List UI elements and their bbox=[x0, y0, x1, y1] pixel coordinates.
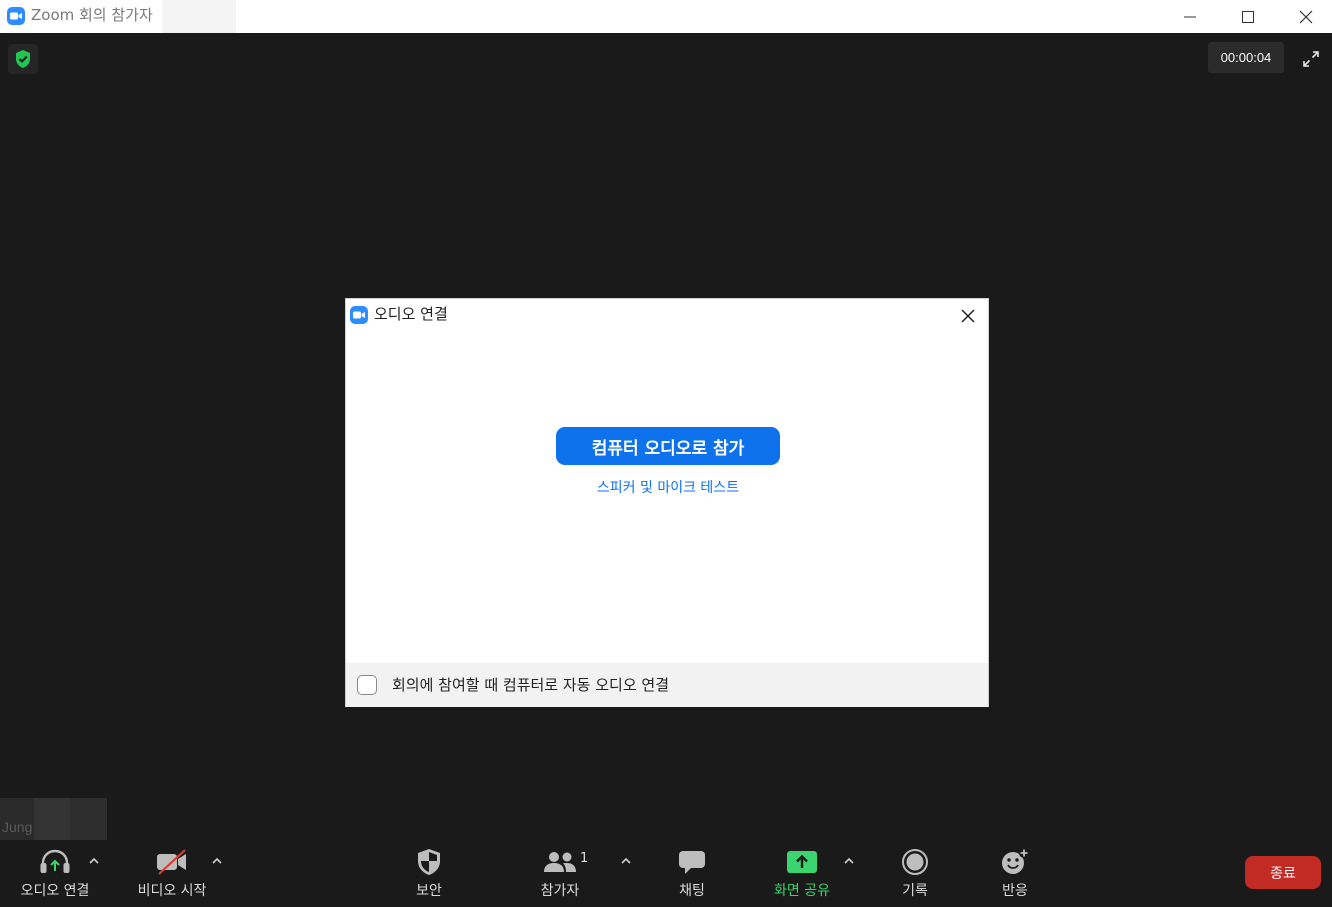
security-button[interactable]: 보안 bbox=[399, 841, 459, 905]
video-off-icon bbox=[157, 849, 186, 875]
self-video-thumbnail[interactable]: Jung bbox=[0, 798, 107, 840]
record-icon bbox=[902, 849, 928, 875]
chevron-up-icon bbox=[212, 857, 222, 864]
share-screen-button[interactable]: 화면 공유 bbox=[762, 841, 842, 905]
maximize-button[interactable] bbox=[1219, 0, 1277, 33]
zoom-logo-icon bbox=[7, 7, 25, 25]
meeting-timer: 00:00:04 bbox=[1208, 42, 1284, 73]
dialog-footer: 회의에 참여할 때 컴퓨터로 자동 오디오 연결 bbox=[346, 663, 988, 707]
self-name-label: Jung bbox=[2, 819, 33, 835]
reactions-label: 반응 bbox=[1002, 883, 1028, 899]
thumbnail-redacted-block bbox=[34, 798, 70, 840]
share-screen-label: 화면 공유 bbox=[774, 883, 830, 899]
auto-connect-checkbox[interactable] bbox=[357, 675, 377, 695]
share-screen-icon bbox=[787, 851, 817, 873]
end-meeting-button[interactable]: 종료 bbox=[1245, 856, 1321, 889]
meeting-toolbar: 오디오 연결 비디오 시작 보안 참가자 1 채팅 화면 공유 기록 반응 종료 bbox=[0, 841, 1332, 907]
close-window-button[interactable] bbox=[1277, 0, 1332, 33]
shield-check-icon bbox=[16, 50, 30, 68]
dialog-close-button[interactable] bbox=[956, 304, 980, 328]
dialog-title: 오디오 연결 bbox=[374, 305, 448, 323]
join-audio-label: 오디오 연결 bbox=[20, 883, 90, 899]
reactions-button[interactable]: 반응 bbox=[985, 841, 1045, 905]
start-video-label: 비디오 시작 bbox=[137, 883, 207, 899]
chat-button[interactable]: 채팅 bbox=[662, 841, 722, 905]
participants-icon bbox=[544, 852, 576, 872]
chevron-up-icon bbox=[844, 857, 854, 864]
fullscreen-button[interactable] bbox=[1294, 42, 1328, 76]
zoom-logo-icon bbox=[350, 306, 368, 324]
chevron-up-icon bbox=[621, 857, 631, 864]
close-icon bbox=[1299, 10, 1313, 23]
join-audio-button[interactable]: 오디오 연결 bbox=[10, 841, 100, 905]
title-redacted-area bbox=[162, 0, 236, 33]
audio-options-caret[interactable] bbox=[87, 853, 101, 867]
security-label: 보안 bbox=[416, 883, 442, 899]
join-with-computer-audio-button[interactable]: 컴퓨터 오디오로 참가 bbox=[556, 427, 780, 465]
chevron-up-icon bbox=[89, 857, 99, 864]
participants-label: 참가자 bbox=[540, 883, 580, 899]
window-title: Zoom 회의 참가자 bbox=[31, 6, 153, 24]
window-titlebar: Zoom 회의 참가자 bbox=[0, 0, 1332, 33]
participants-count: 1 bbox=[580, 851, 589, 866]
minimize-button[interactable] bbox=[1161, 0, 1219, 33]
chat-label: 채팅 bbox=[679, 883, 705, 899]
chat-bubble-icon bbox=[679, 851, 705, 874]
minimize-icon bbox=[1184, 16, 1196, 17]
fullscreen-icon bbox=[1303, 51, 1319, 67]
record-button[interactable]: 기록 bbox=[885, 841, 945, 905]
record-label: 기록 bbox=[902, 883, 928, 899]
start-video-button[interactable]: 비디오 시작 bbox=[127, 841, 217, 905]
encryption-badge[interactable] bbox=[8, 44, 38, 74]
video-options-caret[interactable] bbox=[210, 853, 224, 867]
maximize-icon bbox=[1242, 10, 1254, 23]
test-speaker-mic-link[interactable]: 스피커 및 마이크 테스트 bbox=[346, 477, 990, 497]
security-shield-icon bbox=[418, 849, 440, 875]
participants-options-caret[interactable] bbox=[619, 853, 633, 867]
auto-connect-label[interactable]: 회의에 참여할 때 컴퓨터로 자동 오디오 연결 bbox=[392, 675, 669, 695]
audio-connect-dialog: 오디오 연결 컴퓨터 오디오로 참가 스피커 및 마이크 테스트 회의에 참여할… bbox=[345, 298, 989, 707]
reaction-icon bbox=[1002, 848, 1029, 874]
share-options-caret[interactable] bbox=[842, 853, 856, 867]
close-icon bbox=[961, 309, 975, 323]
headphones-icon bbox=[40, 849, 70, 873]
